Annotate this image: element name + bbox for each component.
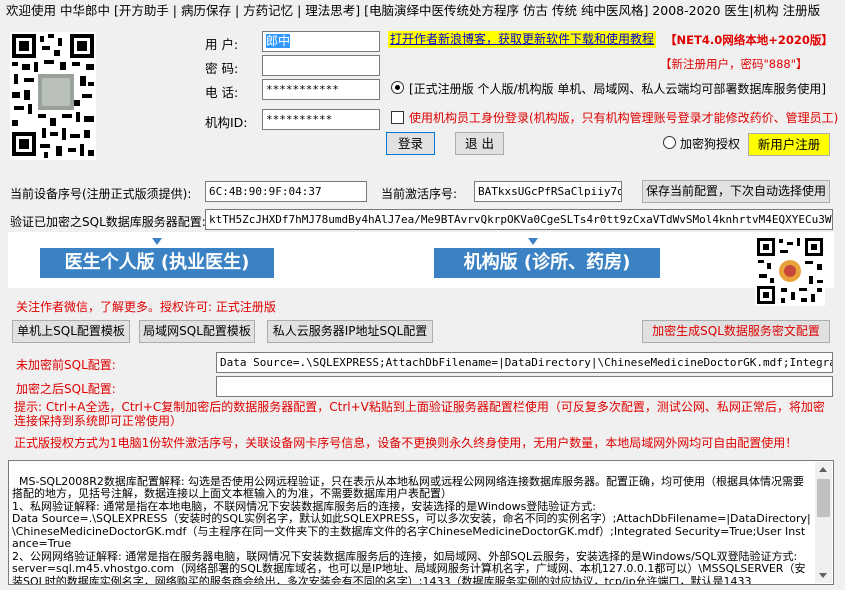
device-serial-input[interactable]: 6C:4B:90:9F:04:37	[205, 181, 367, 202]
password-input[interactable]	[262, 55, 380, 76]
institution-arrow	[528, 238, 538, 245]
wechat-follow-text: 关注作者微信，了解更多。授权许可: 正式注册版	[16, 300, 276, 314]
personal-arrow	[152, 238, 162, 245]
window-title: 欢迎使用 中华郎中 [开方助手 | 病历保存 | 方药记忆 | 理法思考] [电…	[0, 0, 845, 22]
phone-label: 电 话:	[205, 85, 239, 100]
explanation-textarea[interactable]: MS-SQL2008R2数据库配置解释: 勾选是否使用公网远程验证，只在表示从本…	[8, 460, 834, 585]
blog-link[interactable]: 打开作者新浪博客，获取更新软件下载和使用教程	[388, 31, 657, 48]
license-text: 正式版授权方式为1电脑1份软件激活序号，关联设备网卡序号信息，设备不更换则永久终…	[14, 436, 798, 450]
formal-version-label: [正式注册版 个人版/机构版 单机、局域网、私人云端均可部署数据库服务使用]	[409, 82, 827, 96]
user-label: 用 户:	[205, 37, 239, 52]
password-label: 密 码:	[205, 61, 239, 76]
tip-text: 提示: Ctrl+A全选，Ctrl+C复制加密后的数据服务器配置，Ctrl+V粘…	[14, 400, 825, 428]
scroll-up-icon[interactable]	[819, 467, 827, 472]
register-button[interactable]: 新用户注册	[748, 133, 830, 156]
dongle-auth-radio[interactable]	[663, 136, 676, 149]
explanation-scrollbar[interactable]	[815, 462, 832, 583]
plain-sql-input[interactable]: Data Source=.\SQLEXPRESS;AttachDbFilenam…	[216, 352, 833, 373]
save-config-button[interactable]: 保存当前配置，下次自动选择使用	[642, 180, 830, 203]
encrypt-sql-button[interactable]: 加密生成SQL数据服务密文配置	[642, 320, 830, 343]
scroll-thumb[interactable]	[817, 479, 830, 517]
encrypted-sql-label: 加密之后SQL配置:	[16, 382, 116, 396]
formal-version-radio[interactable]	[391, 81, 404, 94]
staff-login-checkbox[interactable]	[391, 111, 404, 124]
org-id-input[interactable]: **********	[262, 109, 380, 130]
plain-sql-label: 未加密前SQL配置:	[16, 358, 116, 372]
org-id-label: 机构ID:	[205, 115, 248, 130]
explanation-text: MS-SQL2008R2数据库配置解释: 勾选是否使用公网远程验证，只在表示从本…	[12, 474, 811, 585]
personal-version-banner: 医生个人版 (执业医生)	[40, 248, 274, 278]
staff-login-label: 使用机构员工身份登录(机构版，只有机构管理账号登录才能修改药价、管理员工)	[409, 111, 839, 125]
user-value: 郎中	[266, 34, 291, 48]
user-input[interactable]: 郎中	[262, 31, 380, 52]
encrypted-sql-input[interactable]	[216, 376, 833, 397]
single-sql-template-button[interactable]: 单机上SQL配置模板	[12, 320, 130, 343]
lan-sql-template-button[interactable]: 局域网SQL配置模板	[139, 320, 255, 343]
phone-input[interactable]: ***********	[262, 79, 380, 100]
device-serial-label: 当前设备序号(注册正式版须提供):	[10, 187, 192, 201]
encrypted-config-label: 验证已加密之SQL数据库服务器配置:	[10, 215, 206, 229]
cloud-sql-template-button[interactable]: 私人云服务器IP地址SQL配置	[267, 320, 433, 343]
activation-label: 当前激活序号:	[381, 187, 458, 201]
net-version-notice: 【NET4.0网络本地+2020版】	[665, 33, 833, 47]
institution-version-banner: 机构版 (诊所、药房)	[434, 248, 660, 278]
scroll-down-icon[interactable]	[819, 573, 827, 578]
exit-button[interactable]: 退 出	[455, 132, 504, 155]
new-user-notice: 【新注册用户，密码"888"】	[660, 57, 808, 71]
encrypted-config-input[interactable]: ktTH5ZcJHXDf7hMJ78umdBy4hAlJ7ea/Me9BTAvr…	[205, 209, 833, 230]
author-qr-code	[10, 32, 96, 160]
dongle-auth-label: 加密狗授权	[680, 137, 741, 151]
login-button[interactable]: 登录	[386, 132, 435, 155]
wechat-qr-code	[755, 236, 825, 306]
activation-input[interactable]: BATkxsUGcPfRSaClpiiy7qz:	[474, 181, 622, 202]
